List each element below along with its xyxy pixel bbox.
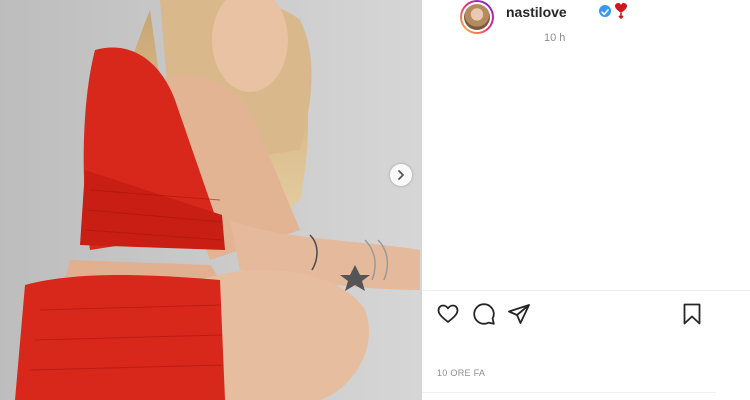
share-button[interactable] bbox=[507, 302, 531, 326]
heart-emoji-icon bbox=[614, 2, 628, 25]
comment-icon bbox=[473, 303, 495, 325]
post-relative-time: 10 h bbox=[544, 32, 566, 44]
post-actions bbox=[436, 302, 736, 326]
username-link[interactable]: nastilove bbox=[506, 4, 567, 20]
heart-outline-icon bbox=[437, 304, 459, 323]
avatar[interactable] bbox=[460, 0, 494, 34]
comment-button[interactable] bbox=[472, 302, 496, 326]
post-side-panel: nastilove 10 h 10 ORE FA bbox=[422, 0, 750, 400]
like-button[interactable] bbox=[436, 302, 460, 326]
paper-plane-icon bbox=[508, 304, 530, 324]
bookmark-icon bbox=[683, 303, 701, 325]
post-header: nastilove 10 h bbox=[460, 0, 740, 44]
next-photo-button[interactable] bbox=[390, 164, 412, 186]
comment-divider bbox=[422, 392, 716, 393]
photo-image bbox=[0, 0, 422, 400]
actions-divider bbox=[422, 290, 750, 291]
chevron-right-icon bbox=[398, 170, 404, 180]
verified-badge-icon bbox=[599, 5, 611, 17]
save-button[interactable] bbox=[680, 302, 704, 326]
post-timestamp[interactable]: 10 ORE FA bbox=[437, 368, 485, 378]
post-photo[interactable] bbox=[0, 0, 422, 400]
